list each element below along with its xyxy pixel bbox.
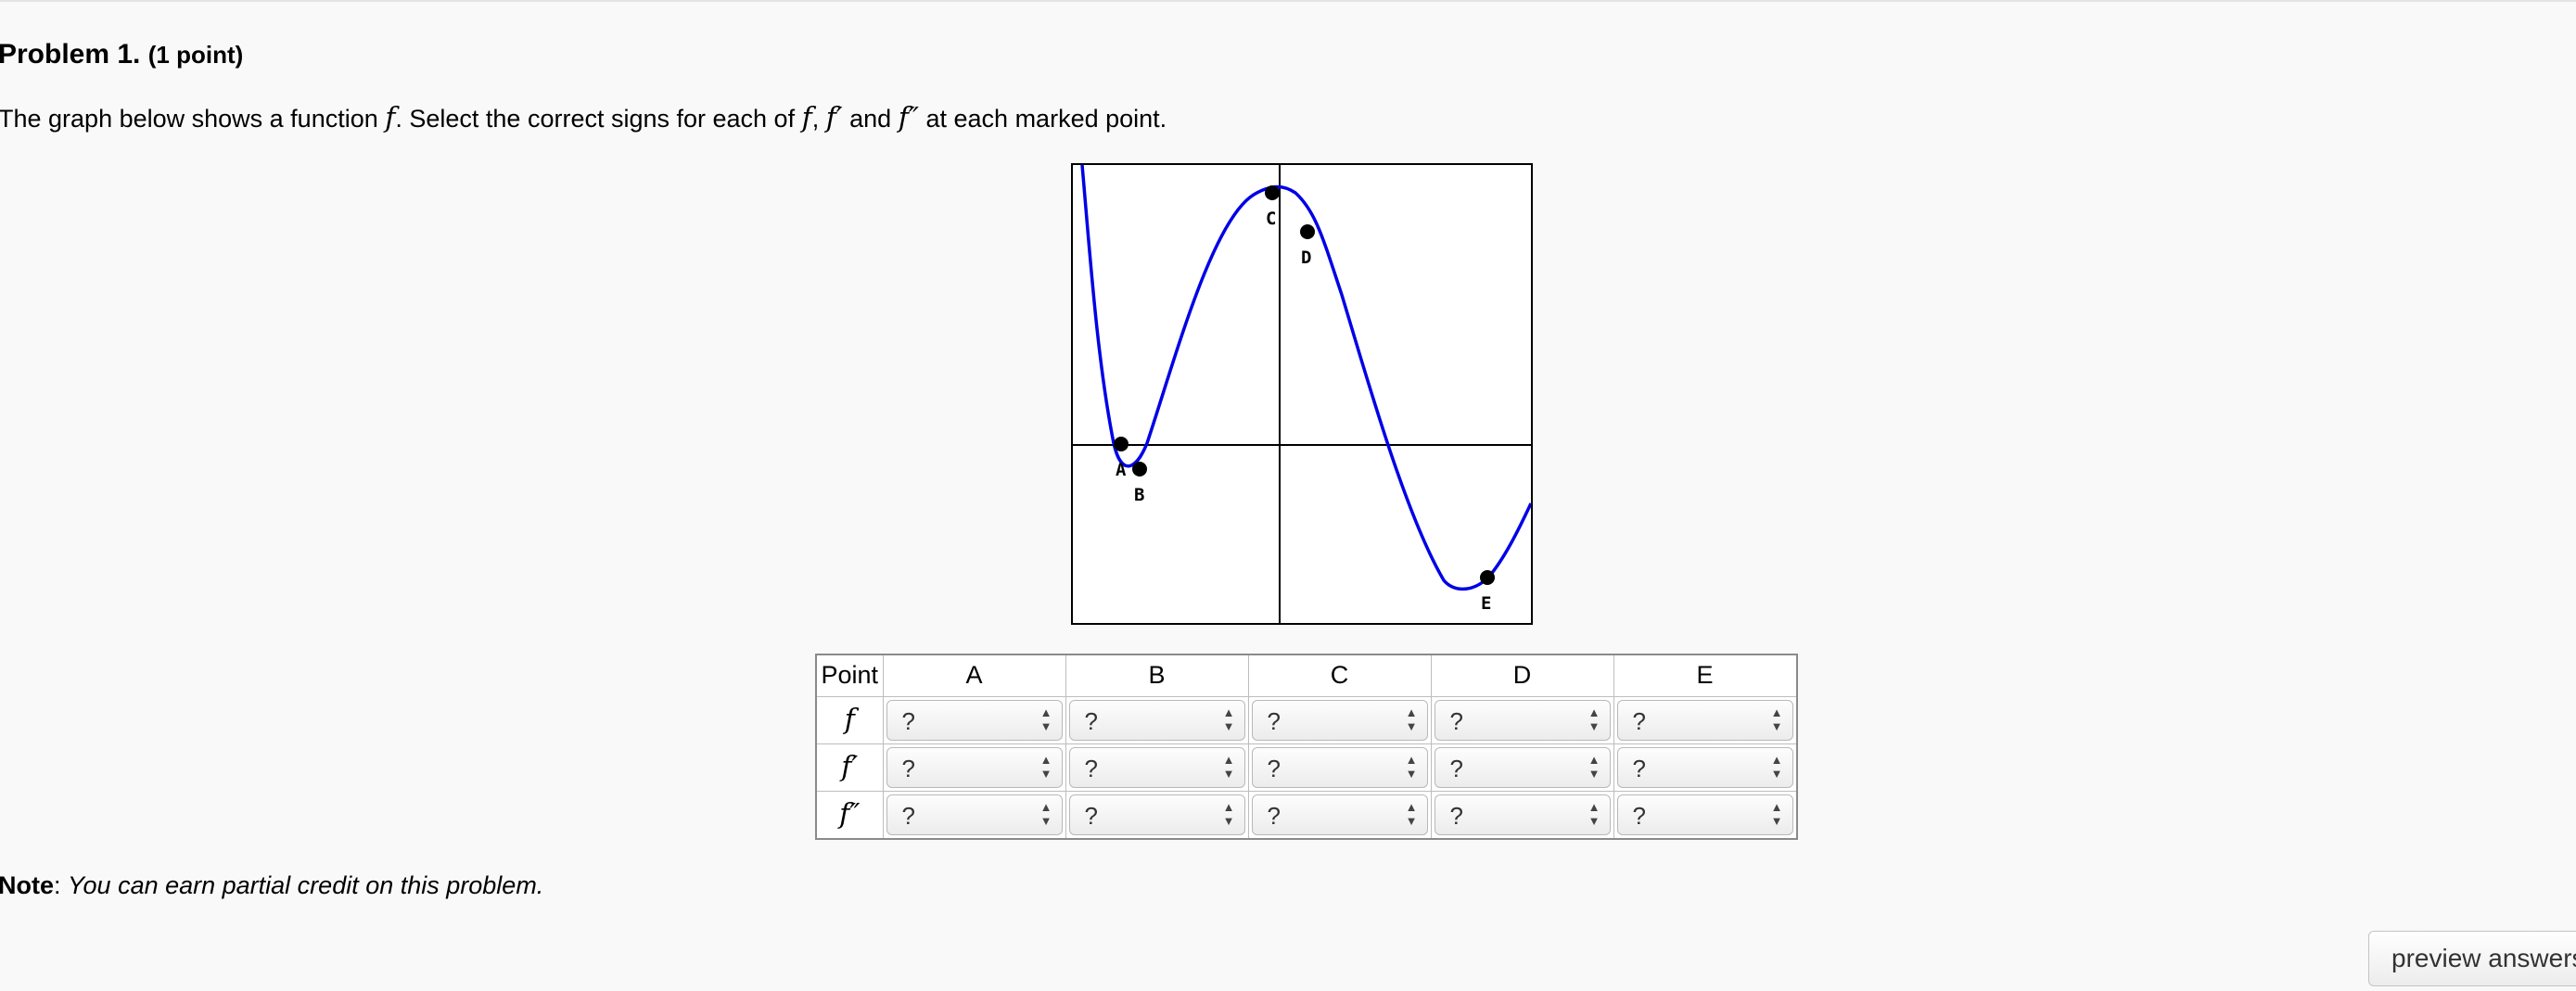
- statement-part: ,: [811, 105, 826, 133]
- updown-arrows-icon: ▲ ▼: [1588, 799, 1600, 828]
- svg-text:D: D: [1301, 248, 1311, 268]
- select-f-prime-d[interactable]: ? ▲ ▼: [1434, 746, 1611, 788]
- select-f-b[interactable]: ? ▲ ▼: [1068, 699, 1245, 741]
- statement-part: at each marked point.: [919, 105, 1167, 133]
- problem-title: Problem 1. (1 point): [0, 39, 243, 70]
- statement-part: and: [842, 105, 899, 133]
- point-e: E: [1480, 570, 1495, 614]
- select-f-prime-b[interactable]: ? ▲ ▼: [1068, 746, 1245, 788]
- select-f-prime-e[interactable]: ? ▲ ▼: [1616, 746, 1793, 788]
- table-corner-header: Point: [815, 654, 884, 697]
- statement-part: . Select the correct signs for each of: [395, 105, 802, 133]
- updown-arrows-icon: ▲ ▼: [1588, 705, 1600, 733]
- row-label-f: f: [815, 695, 884, 744]
- problem-title-text: Problem 1.: [0, 39, 141, 70]
- select-f-double-prime-b[interactable]: ? ▲ ▼: [1068, 794, 1245, 835]
- updown-arrows-icon: ▲ ▼: [1770, 705, 1783, 733]
- select-f-double-prime-c[interactable]: ? ▲ ▼: [1251, 794, 1428, 835]
- point-b: B: [1132, 462, 1147, 505]
- math-f: f: [385, 102, 396, 134]
- top-divider: [0, 0, 2576, 2]
- point-c: C: [1265, 185, 1280, 229]
- svg-text:A: A: [1116, 460, 1127, 480]
- select-f-double-prime-a[interactable]: ? ▲ ▼: [886, 794, 1063, 835]
- select-f-prime-c[interactable]: ? ▲ ▼: [1251, 746, 1428, 788]
- column-header-a: A: [882, 654, 1066, 697]
- note-colon: :: [54, 871, 69, 899]
- updown-arrows-icon: ▲ ▼: [1222, 752, 1235, 781]
- graph-svg: A B C D E: [1073, 165, 1531, 623]
- row-label-f-double-prime: f″: [815, 790, 884, 839]
- math-f-prime: f′: [825, 102, 843, 134]
- updown-arrows-icon: ▲ ▼: [1222, 705, 1235, 733]
- updown-arrows-icon: ▲ ▼: [1405, 799, 1418, 828]
- note-label: Note: [0, 871, 54, 899]
- updown-arrows-icon: ▲ ▼: [1588, 752, 1600, 781]
- select-f-d[interactable]: ? ▲ ▼: [1434, 699, 1611, 741]
- math-f: f: [801, 102, 812, 134]
- updown-arrows-icon: ▲ ▼: [1405, 705, 1418, 733]
- point-d: D: [1300, 224, 1315, 268]
- preview-answers-button[interactable]: preview answers: [2368, 931, 2576, 986]
- table-row-f: f ? ▲ ▼ ? ▲ ▼ ? ▲ ▼ ? ▲ ▼ ? ▲ ▼: [815, 695, 1797, 744]
- row-label-f-prime: f′: [815, 743, 884, 792]
- signs-table: Point A B C D E f ? ▲ ▼ ? ▲ ▼ ? ▲ ▼ ? ▲ ▼ ? ▲ ▼ f′…: [815, 654, 1798, 840]
- select-f-double-prime-e[interactable]: ? ▲ ▼: [1616, 794, 1793, 835]
- table-header-row: Point A B C D E: [815, 654, 1797, 697]
- select-f-c[interactable]: ? ▲ ▼: [1251, 699, 1428, 741]
- partial-credit-note: Note: You can earn partial credit on thi…: [0, 871, 543, 900]
- column-header-e: E: [1613, 654, 1797, 697]
- function-graph: A B C D E: [1071, 163, 1533, 625]
- column-header-c: C: [1247, 654, 1432, 697]
- updown-arrows-icon: ▲ ▼: [1770, 799, 1783, 828]
- select-f-double-prime-d[interactable]: ? ▲ ▼: [1434, 794, 1611, 835]
- svg-text:E: E: [1481, 593, 1491, 614]
- column-header-b: B: [1065, 654, 1249, 697]
- problem-points: (1 point): [147, 41, 244, 69]
- point-a: A: [1114, 437, 1129, 480]
- svg-text:C: C: [1266, 209, 1276, 229]
- updown-arrows-icon: ▲ ▼: [1039, 705, 1052, 733]
- problem-statement: The graph below shows a function f. Sele…: [0, 102, 1167, 134]
- updown-arrows-icon: ▲ ▼: [1039, 799, 1052, 828]
- table-row-f-prime: f′ ? ▲ ▼ ? ▲ ▼ ? ▲ ▼ ? ▲ ▼ ? ▲ ▼: [815, 743, 1797, 792]
- updown-arrows-icon: ▲ ▼: [1405, 752, 1418, 781]
- updown-arrows-icon: ▲ ▼: [1222, 799, 1235, 828]
- select-f-a[interactable]: ? ▲ ▼: [886, 699, 1063, 741]
- note-text: You can earn partial credit on this prob…: [68, 871, 544, 899]
- math-f-double-prime: f″: [898, 102, 919, 134]
- select-f-e[interactable]: ? ▲ ▼: [1616, 699, 1793, 741]
- updown-arrows-icon: ▲ ▼: [1770, 752, 1783, 781]
- select-f-prime-a[interactable]: ? ▲ ▼: [886, 746, 1063, 788]
- column-header-d: D: [1430, 654, 1614, 697]
- svg-text:B: B: [1134, 485, 1144, 505]
- statement-part: The graph below shows a function: [0, 105, 386, 133]
- updown-arrows-icon: ▲ ▼: [1039, 752, 1052, 781]
- table-row-f-double-prime: f″ ? ▲ ▼ ? ▲ ▼ ? ▲ ▼ ? ▲ ▼ ? ▲ ▼: [815, 790, 1797, 839]
